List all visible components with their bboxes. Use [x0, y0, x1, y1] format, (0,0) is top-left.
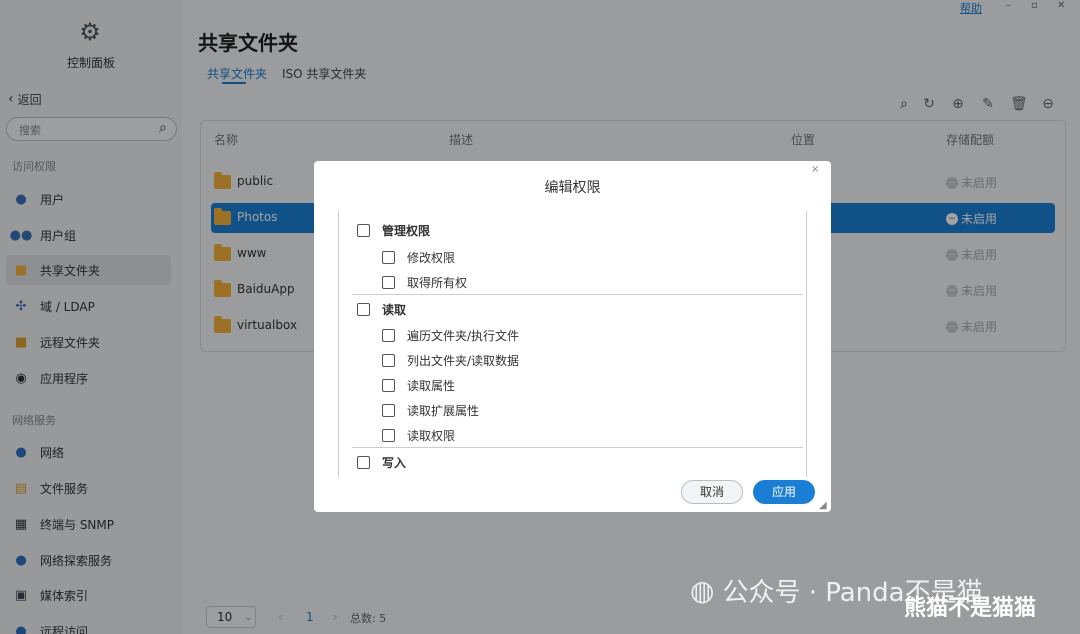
checkbox[interactable]	[382, 429, 395, 442]
dialog-title: 编辑权限	[544, 180, 601, 196]
checkbox[interactable]	[357, 303, 370, 316]
checkbox[interactable]	[382, 329, 395, 342]
permission-item[interactable]: 修改权限	[382, 249, 455, 266]
checkbox[interactable]	[357, 456, 370, 469]
permission-item[interactable]: 读取属性	[382, 377, 455, 394]
permission-item[interactable]: 读取扩展属性	[382, 402, 479, 419]
checkbox[interactable]	[382, 276, 395, 289]
checkbox[interactable]	[357, 224, 370, 237]
watermark-overlay-text: 熊猫不是猫猫	[904, 596, 1037, 621]
checkbox[interactable]	[382, 354, 395, 367]
divider	[352, 447, 803, 448]
close-icon[interactable]: ×	[811, 164, 819, 175]
cancel-button[interactable]: 取消	[681, 480, 743, 504]
checkbox[interactable]	[382, 379, 395, 392]
divider	[352, 294, 803, 295]
wechat-icon: ◍	[690, 574, 715, 607]
edit-permissions-dialog: 编辑权限 × 管理权限 修改权限 取得所有权 读取 遍历文件夹/执行文件 列出文…	[314, 161, 831, 512]
permission-group-manage[interactable]: 管理权限	[357, 222, 430, 239]
permission-group-write[interactable]: 写入	[357, 454, 406, 471]
permission-item[interactable]: 读取权限	[382, 427, 455, 444]
permission-item[interactable]: 遍历文件夹/执行文件	[382, 327, 519, 344]
checkbox[interactable]	[382, 404, 395, 417]
permission-list[interactable]: 管理权限 修改权限 取得所有权 读取 遍历文件夹/执行文件 列出文件夹/读取数据…	[338, 211, 807, 477]
permission-item[interactable]: 取得所有权	[382, 274, 467, 291]
permission-group-read[interactable]: 读取	[357, 301, 406, 318]
checkbox[interactable]	[382, 251, 395, 264]
apply-button[interactable]: 应用	[753, 480, 815, 504]
permission-item[interactable]: 列出文件夹/读取数据	[382, 352, 519, 369]
resize-handle-icon[interactable]: ◢	[819, 500, 827, 511]
